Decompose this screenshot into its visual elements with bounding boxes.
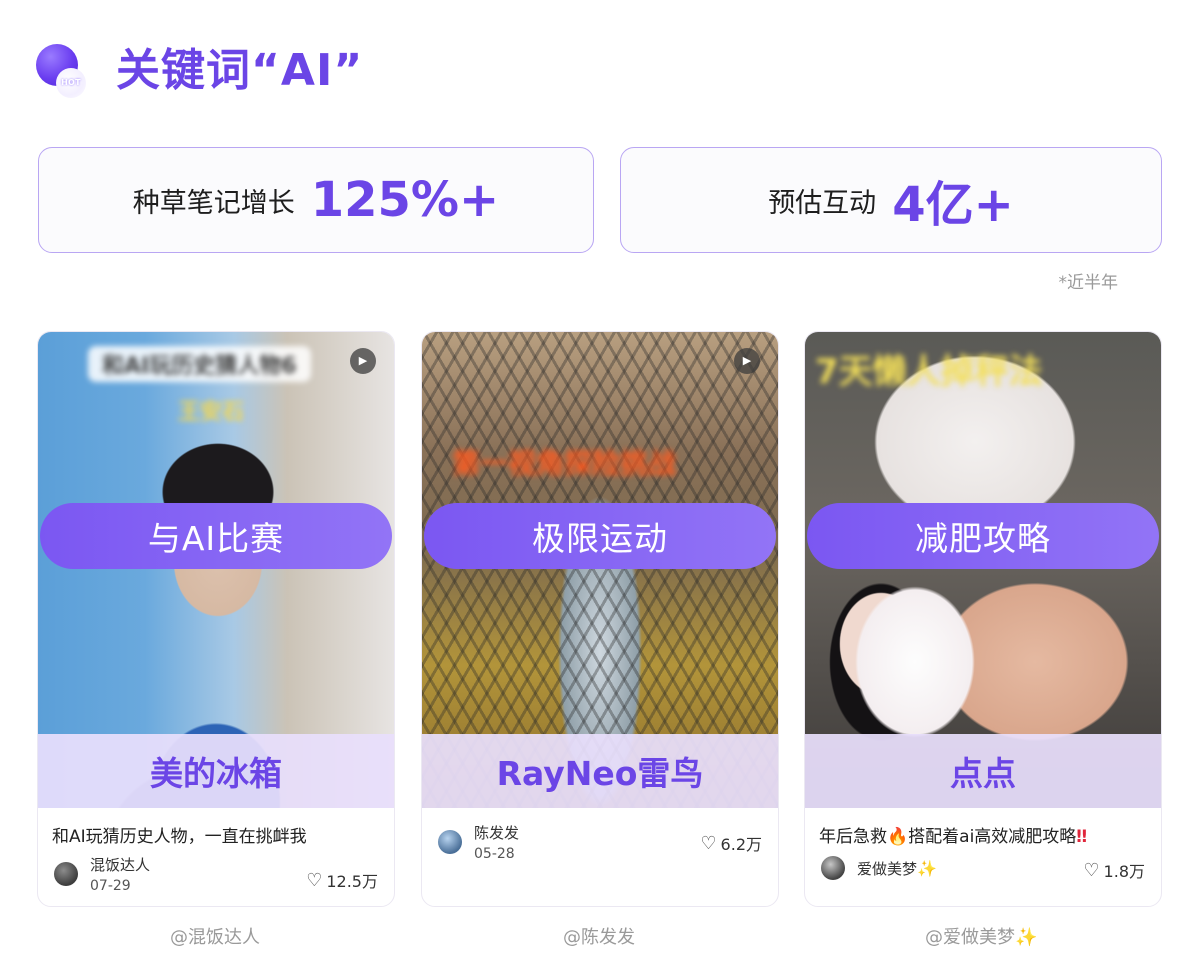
stat-value: 125%+ (310, 172, 500, 228)
author-info[interactable]: 陈发发 05-28 (438, 822, 519, 862)
exclamation-icon: ‼ (1076, 827, 1087, 847)
theme-pill: 减肥攻略 (807, 503, 1159, 569)
brand-label: RayNeo雷鸟 (422, 734, 778, 808)
post-date: 05-28 (474, 846, 515, 862)
author-info[interactable]: 爱做美梦 ✨ (821, 856, 937, 880)
section-header: HOT 关键词“AI” (34, 38, 363, 98)
author-handle: @陈发发 (563, 927, 635, 948)
post-date: 07-29 (90, 878, 131, 894)
play-icon[interactable]: ▶ (734, 348, 760, 374)
caption-text: 年后急救 (819, 827, 887, 847)
handle-text: @爱做美梦 (925, 927, 1015, 948)
author-handle: @混饭达人 (170, 927, 260, 948)
note-caption[interactable]: 年后急救🔥搭配着ai高效减肥攻略‼ (819, 822, 1087, 847)
page-title: 关键词“AI” (116, 45, 364, 96)
play-icon[interactable]: ▶ (350, 348, 376, 374)
note-caption[interactable]: 和AI玩猜历史人物，一直在挑衅我 (52, 822, 307, 847)
note-card[interactable]: 7天懒人掉秤法 减肥攻略 点点 年后急救🔥搭配着ai高效减肥攻略‼ 爱做美梦 ✨… (804, 331, 1162, 907)
brand-label: 美的冰箱 (38, 734, 394, 808)
period-note: *近半年 (1058, 273, 1119, 293)
note-card[interactable]: 第一视角探险挑战 ▶ 极限运动 RayNeo雷鸟 陈发发 05-28 ♡ 6.2… (421, 331, 779, 907)
stat-notes-growth: 种草笔记增长 125%+ (38, 147, 594, 253)
sparkle-icon: ✨ (1015, 927, 1038, 948)
like-value: 12.5万 (326, 872, 378, 891)
avatar[interactable] (821, 856, 845, 880)
heart-icon[interactable]: ♡ (1083, 860, 1099, 881)
avatar[interactable] (54, 862, 78, 886)
sparkle-icon: ✨ (917, 858, 937, 878)
theme-pill: 极限运动 (424, 503, 776, 569)
stat-engagement: 预估互动 4亿+ (620, 147, 1162, 253)
heart-icon[interactable]: ♡ (306, 870, 322, 891)
author-name: 混饭达人 (90, 856, 151, 874)
fire-icon: 🔥 (887, 827, 909, 847)
hot-badge-icon: HOT (34, 38, 92, 98)
author-name: 爱做美梦 (857, 859, 918, 878)
like-count[interactable]: ♡ 6.2万 (700, 831, 762, 855)
heart-icon[interactable]: ♡ (700, 833, 716, 854)
like-count[interactable]: ♡ 12.5万 (306, 868, 378, 892)
thumbnail-caption: 第一视角探险挑战 (452, 447, 677, 480)
like-value: 6.2万 (720, 835, 762, 854)
author-name: 陈发发 (474, 824, 520, 842)
caption-text: 搭配着ai高效减肥攻略 (908, 827, 1077, 847)
brand-label: 点点 (805, 734, 1161, 808)
stat-value: 4亿+ (892, 177, 1014, 233)
hot-badge-text: HOT (56, 68, 86, 98)
note-card[interactable]: 和AI玩历史猜人物6 王安石 ▶ 与AI比赛 美的冰箱 和AI玩猜历史人物，一直… (37, 331, 395, 907)
author-info[interactable]: 混饭达人 07-29 (54, 854, 150, 894)
theme-pill: 与AI比赛 (40, 503, 392, 569)
thumbnail-caption: 7天懒人掉秤法 (815, 352, 1043, 392)
stat-label: 预估互动 (768, 187, 877, 219)
thumbnail-subcaption: 王安石 (178, 400, 245, 425)
like-value: 1.8万 (1103, 862, 1145, 881)
stat-label: 种草笔记增长 (132, 187, 295, 219)
thumbnail-caption: 和AI玩历史猜人物6 (88, 346, 311, 382)
like-count[interactable]: ♡ 1.8万 (1083, 858, 1145, 882)
author-handle: @爱做美梦✨ (925, 923, 1037, 949)
avatar[interactable] (438, 830, 462, 854)
